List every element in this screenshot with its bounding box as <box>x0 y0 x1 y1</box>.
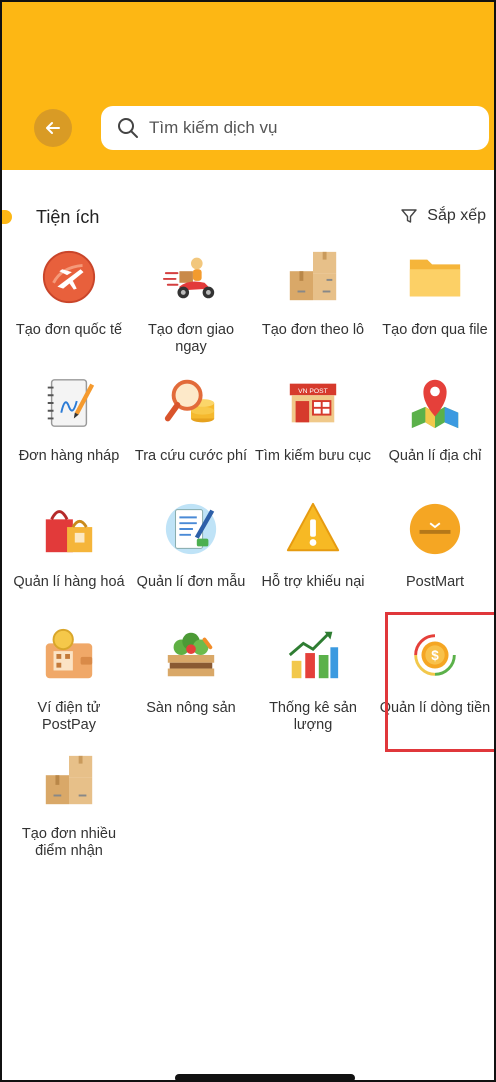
tile-label: Tạo đơn quốc tế <box>15 322 123 338</box>
tile-output-statistics[interactable]: Thống kê sản lượng <box>252 624 374 750</box>
shopping-bags-icon <box>38 498 100 560</box>
tile-find-post-office[interactable]: VN POST Tìm kiếm bưu cục <box>252 372 374 498</box>
section-title: Tiện ích <box>36 207 100 227</box>
bar-chart-icon <box>282 624 344 686</box>
tile-file-order[interactable]: Tạo đơn qua file <box>374 246 494 372</box>
back-button[interactable] <box>34 109 72 147</box>
batch-boxes-icon <box>282 246 344 308</box>
tile-label: Hỗ trợ khiếu nại <box>261 574 365 590</box>
search-input[interactable]: Tìm kiếm dịch vụ <box>101 106 489 150</box>
tile-label: PostMart <box>405 574 464 590</box>
tile-express-delivery[interactable]: Tạo đơn giao ngay <box>130 246 252 372</box>
tile-draft-orders[interactable]: Đơn hàng nháp <box>8 372 130 498</box>
international-order-icon <box>38 246 100 308</box>
tile-label: Ví điện tử PostPay <box>37 700 101 733</box>
warning-icon <box>282 498 344 560</box>
tile-label: Thống kê sản lượng <box>269 700 357 733</box>
tile-multi-point-order[interactable]: Tạo đơn nhiều điểm nhận <box>8 750 130 876</box>
tile-address-management[interactable]: Quản lí địa chỉ <box>374 372 494 498</box>
tile-label: Tạo đơn qua file <box>382 322 488 338</box>
tile-batch-order[interactable]: Tạo đơn theo lô <box>252 246 374 372</box>
section-marker <box>2 210 12 224</box>
app-screen: Tìm kiếm dịch vụ Tiện ích Sắp xếp Tạo đơ… <box>0 0 496 1082</box>
search-icon <box>118 118 138 138</box>
tile-label: Tra cứu cước phí <box>134 448 248 464</box>
tile-goods-management[interactable]: Quản lí hàng hoá <box>8 498 130 624</box>
tile-label: Đơn hàng nháp <box>18 448 120 464</box>
tile-label: Tạo đơn theo lô <box>261 322 365 338</box>
multi-point-boxes-icon <box>38 750 100 812</box>
tile-label: Sàn nông sản <box>146 700 236 716</box>
tile-postmart[interactable]: PostMart <box>374 498 494 624</box>
tile-label: Tạo đơn giao ngay <box>147 322 235 355</box>
tile-international-order[interactable]: Tạo đơn quốc tế <box>8 246 130 372</box>
tile-complaint-support[interactable]: Hỗ trợ khiếu nại <box>252 498 374 624</box>
post-office-icon: VN POST <box>282 372 344 434</box>
address-pin-icon <box>404 372 466 434</box>
fee-lookup-icon <box>160 372 222 434</box>
wallet-icon <box>38 624 100 686</box>
tile-label: Tìm kiếm bưu cục <box>254 448 372 464</box>
tile-label: Tạo đơn nhiều điểm nhận <box>21 826 117 859</box>
header-bar: Tìm kiếm dịch vụ <box>2 2 494 170</box>
folder-icon <box>404 246 466 308</box>
utility-grid: Tạo đơn quốc tế Tạo đơn giao ngay Tạo đơ… <box>8 246 494 876</box>
section-header: Tiện ích Sắp xếp <box>2 202 494 232</box>
svg-text:VN POST: VN POST <box>298 388 328 395</box>
tile-postpay-wallet[interactable]: Ví điện tử PostPay <box>8 624 130 750</box>
tile-template-management[interactable]: Quản lí đơn mẫu <box>130 498 252 624</box>
search-placeholder: Tìm kiếm dịch vụ <box>149 118 278 137</box>
arrow-left-icon <box>46 122 60 134</box>
sort-button[interactable]: Sắp xếp <box>401 207 486 225</box>
filter-icon <box>401 209 417 223</box>
tile-label: Quản lí đơn mẫu <box>136 574 246 590</box>
produce-crate-icon <box>160 624 222 686</box>
tile-agri-market[interactable]: Sàn nông sản <box>130 624 252 750</box>
home-indicator <box>175 1074 355 1080</box>
highlight-box <box>385 612 494 752</box>
sort-label: Sắp xếp <box>427 207 486 224</box>
tile-label: Quản lí hàng hoá <box>13 574 125 590</box>
draft-note-icon <box>38 372 100 434</box>
postmart-logo-icon <box>404 498 466 560</box>
express-delivery-icon <box>160 246 222 308</box>
tile-fee-lookup[interactable]: Tra cứu cước phí <box>130 372 252 498</box>
template-form-icon <box>160 498 222 560</box>
tile-label: Quản lí địa chỉ <box>388 448 482 464</box>
